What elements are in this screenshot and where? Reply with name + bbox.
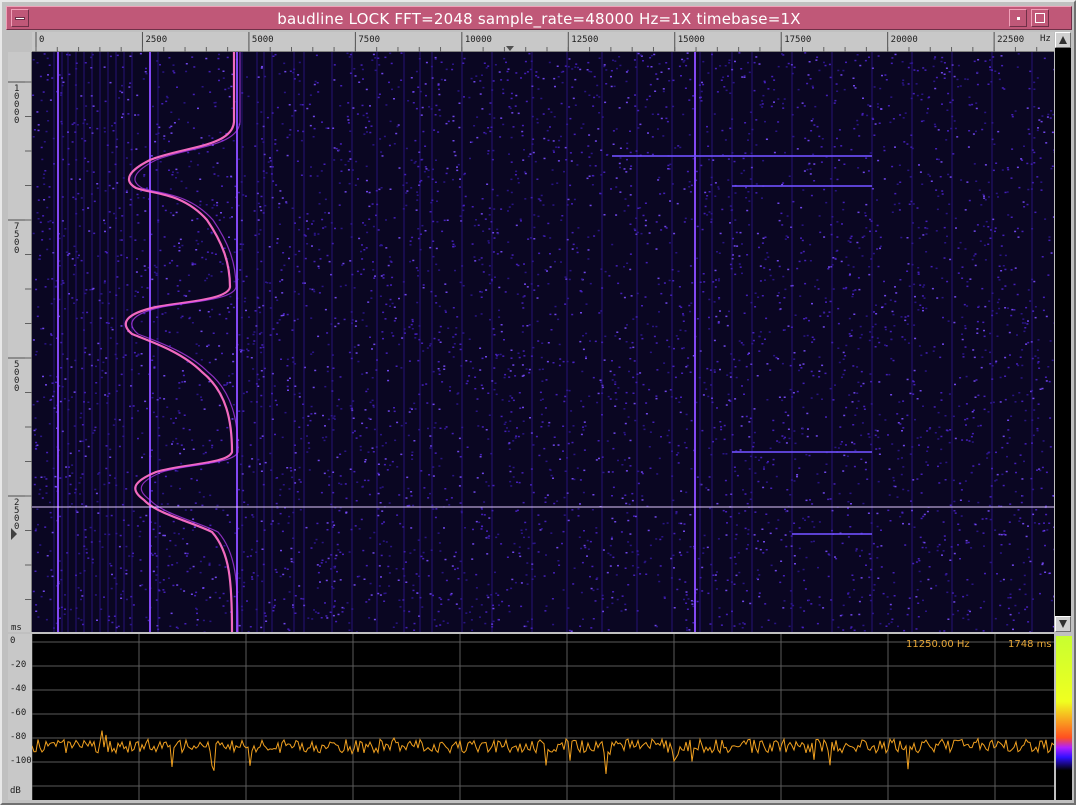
frequency-tick-label: 0 [39, 35, 44, 45]
frequency-tick-label: 7500 [358, 35, 380, 45]
time-tick-label: 5000 [14, 360, 19, 394]
frequency-tick-label: 10000 [465, 35, 492, 45]
scroll-down-button[interactable] [1055, 616, 1071, 632]
scroll-up-button[interactable] [1055, 32, 1071, 48]
arrow-down-icon [1059, 620, 1067, 628]
maximize-icon [1035, 13, 1045, 23]
db-tick-label: -60 [10, 708, 27, 718]
frequency-tick-label: 5000 [252, 35, 274, 45]
frequency-cursor-marker[interactable] [506, 46, 514, 51]
title-bar[interactable]: baudline LOCK FFT=2048 sample_rate=48000… [6, 6, 1072, 30]
decibel-axis: 0 -20 -40 -60 -80 -100 dB [8, 634, 32, 800]
frequency-tick-label: 17500 [784, 35, 811, 45]
minimize-icon [1017, 17, 1020, 20]
minimize-button[interactable] [1009, 9, 1027, 27]
arrow-up-icon [1059, 36, 1067, 44]
time-ruler[interactable]: 10000 7500 5000 2500 ms [8, 52, 32, 632]
frequency-tick-label: 20000 [891, 35, 918, 45]
db-tick-label: -20 [10, 660, 27, 670]
time-tick-label: 10000 [14, 84, 19, 126]
spectrum-display[interactable]: 11250.00 Hz 1748 ms [32, 634, 1054, 800]
db-tick-label: -80 [10, 732, 27, 742]
frequency-tick-label: 2500 [145, 35, 167, 45]
db-tick-label: -100 [10, 756, 32, 766]
frequency-readout: 11250.00 Hz [906, 639, 970, 650]
db-tick-label: -40 [10, 684, 27, 694]
time-tick-label: 7500 [14, 222, 19, 256]
window-title: baudline LOCK FFT=2048 sample_rate=48000… [277, 10, 801, 28]
frequency-tick-label: 15000 [678, 35, 705, 45]
maximize-button[interactable] [1031, 9, 1049, 27]
vertical-scrollbar[interactable] [1055, 32, 1071, 632]
time-unit-label: ms [11, 623, 22, 632]
spectrum-trace [32, 730, 1054, 775]
scrollbar-thumb[interactable] [1056, 50, 1070, 612]
frequency-tick-label: 12500 [571, 35, 598, 45]
color-scale-bar [1056, 636, 1072, 800]
db-tick-label: 0 [10, 636, 16, 646]
frequency-ruler[interactable]: 0 2500 5000 7500 10000 12500 15000 17500 20000 22… [32, 32, 1054, 52]
time-readout: 1748 ms [1008, 639, 1052, 650]
time-tick-label: 2500 [14, 498, 19, 532]
spectrum-grid [32, 634, 1054, 800]
frequency-unit-label: Hz [1040, 34, 1051, 44]
frequency-tick-label: 22500 [997, 35, 1024, 45]
spectrogram-display[interactable] [32, 52, 1054, 632]
baudline-window: baudline LOCK FFT=2048 sample_rate=48000… [0, 0, 1076, 805]
db-unit-label: dB [10, 786, 21, 796]
